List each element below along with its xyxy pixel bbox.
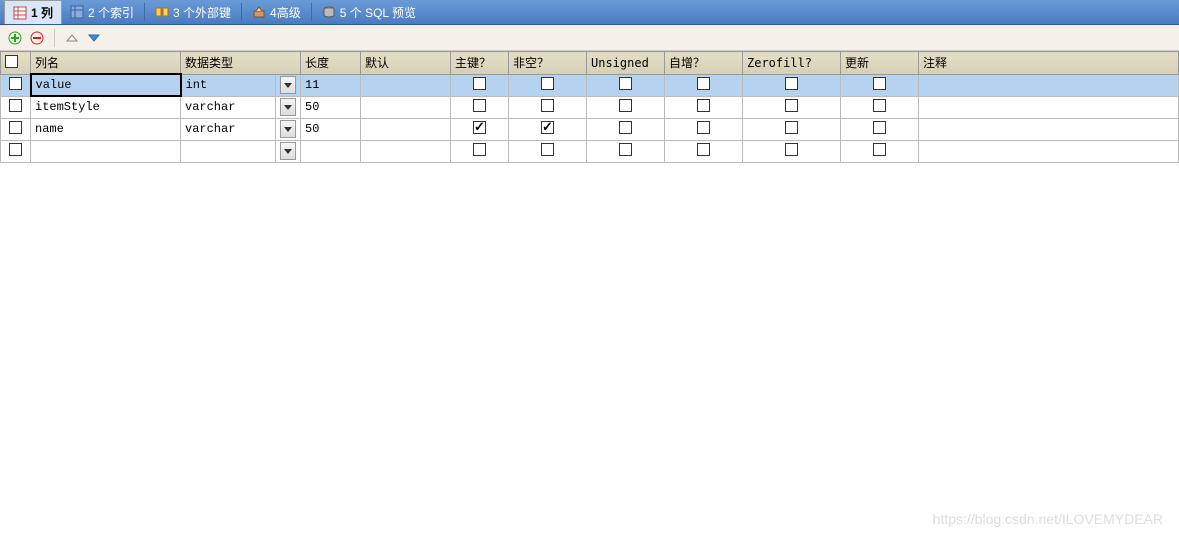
cell-unsigned[interactable] [587,96,665,118]
cell-autoinc[interactable] [665,140,743,162]
header-check[interactable] [1,52,31,75]
cell-name[interactable]: name [31,118,181,140]
index-icon [70,5,84,19]
toolbar [0,25,1179,51]
tab-label: 4高级 [270,4,301,21]
header-zf[interactable]: Zerofill? [743,52,841,75]
header-def[interactable]: 默认 [361,52,451,75]
tab-label: 3 个外部键 [173,4,231,21]
table-row[interactable] [1,140,1179,162]
cell-pk[interactable] [451,140,509,162]
header-type[interactable]: 数据类型 [181,52,301,75]
row-checkbox[interactable] [1,96,31,118]
watermark: https://blog.csdn.net/ILOVEMYDEAR [933,511,1163,527]
cell-comment[interactable] [919,74,1179,96]
cell-default[interactable] [361,140,451,162]
tab-foreign-keys[interactable]: 3 个外部键 [147,1,239,24]
table-row[interactable]: valueint 11 [1,74,1179,96]
type-dropdown[interactable] [276,140,301,162]
cell-notnull[interactable] [509,74,587,96]
cell-pk[interactable] [451,74,509,96]
cell-unsigned[interactable] [587,140,665,162]
cell-unsigned[interactable] [587,118,665,140]
tab-separator [241,3,242,21]
cell-comment[interactable] [919,118,1179,140]
cell-default[interactable] [361,74,451,96]
row-checkbox[interactable] [1,118,31,140]
cell-notnull[interactable] [509,118,587,140]
cell-type[interactable]: int [181,74,276,96]
cell-autoinc[interactable] [665,96,743,118]
table-row[interactable]: itemStylevarchar 50 [1,96,1179,118]
cell-zerofill[interactable] [743,140,841,162]
cell-unsigned[interactable] [587,74,665,96]
tab-columns[interactable]: 1 列 [4,0,62,24]
header-row: 列名 数据类型 长度 默认 主键？ 非空？ Unsigned 自增？ Zerof… [1,52,1179,75]
header-uns[interactable]: Unsigned [587,52,665,75]
tab-label: 5 个 SQL 预览 [340,4,416,21]
table-icon [13,6,27,20]
cell-length[interactable]: 50 [301,118,361,140]
add-row-button[interactable] [6,29,24,47]
header-nn[interactable]: 非空？ [509,52,587,75]
sql-icon [322,5,336,19]
header-com[interactable]: 注释 [919,52,1179,75]
tab-indexes[interactable]: 2 个索引 [62,1,142,24]
tab-separator [311,3,312,21]
cell-update[interactable] [841,74,919,96]
header-ai[interactable]: 自增？ [665,52,743,75]
move-up-button[interactable] [63,29,81,47]
cell-name[interactable] [31,140,181,162]
type-dropdown[interactable] [276,118,301,140]
row-checkbox[interactable] [1,140,31,162]
cell-pk[interactable] [451,96,509,118]
cell-update[interactable] [841,96,919,118]
cell-update[interactable] [841,118,919,140]
header-pk[interactable]: 主键？ [451,52,509,75]
toolbar-separator [54,29,55,47]
advanced-icon [252,5,266,19]
header-name[interactable]: 列名 [31,52,181,75]
cell-notnull[interactable] [509,140,587,162]
fk-icon [155,5,169,19]
cell-zerofill[interactable] [743,96,841,118]
row-checkbox[interactable] [1,74,31,96]
header-len[interactable]: 长度 [301,52,361,75]
cell-comment[interactable] [919,96,1179,118]
tab-advanced[interactable]: 4高级 [244,1,309,24]
cell-autoinc[interactable] [665,74,743,96]
cell-default[interactable] [361,96,451,118]
cell-type[interactable] [181,140,276,162]
tab-label: 2 个索引 [88,4,134,21]
table-row[interactable]: namevarchar 50 [1,118,1179,140]
move-down-button[interactable] [85,29,103,47]
type-dropdown[interactable] [276,74,301,96]
tab-separator [144,3,145,21]
cell-name[interactable]: value [31,74,181,96]
cell-autoinc[interactable] [665,118,743,140]
cell-length[interactable] [301,140,361,162]
cell-update[interactable] [841,140,919,162]
cell-type[interactable]: varchar [181,118,276,140]
tab-label: 1 列 [31,4,53,21]
tab-sql-preview[interactable]: 5 个 SQL 预览 [314,1,424,24]
cell-default[interactable] [361,118,451,140]
header-upd[interactable]: 更新 [841,52,919,75]
cell-name[interactable]: itemStyle [31,96,181,118]
type-dropdown[interactable] [276,96,301,118]
columns-table: 列名 数据类型 长度 默认 主键？ 非空？ Unsigned 自增？ Zerof… [0,51,1179,163]
cell-type[interactable]: varchar [181,96,276,118]
cell-notnull[interactable] [509,96,587,118]
cell-length[interactable]: 50 [301,96,361,118]
cell-zerofill[interactable] [743,74,841,96]
cell-zerofill[interactable] [743,118,841,140]
cell-length[interactable]: 11 [301,74,361,96]
remove-row-button[interactable] [28,29,46,47]
cell-pk[interactable] [451,118,509,140]
tab-bar: 1 列 2 个索引 3 个外部键 4高级 5 个 SQL 预览 [0,0,1179,25]
cell-comment[interactable] [919,140,1179,162]
